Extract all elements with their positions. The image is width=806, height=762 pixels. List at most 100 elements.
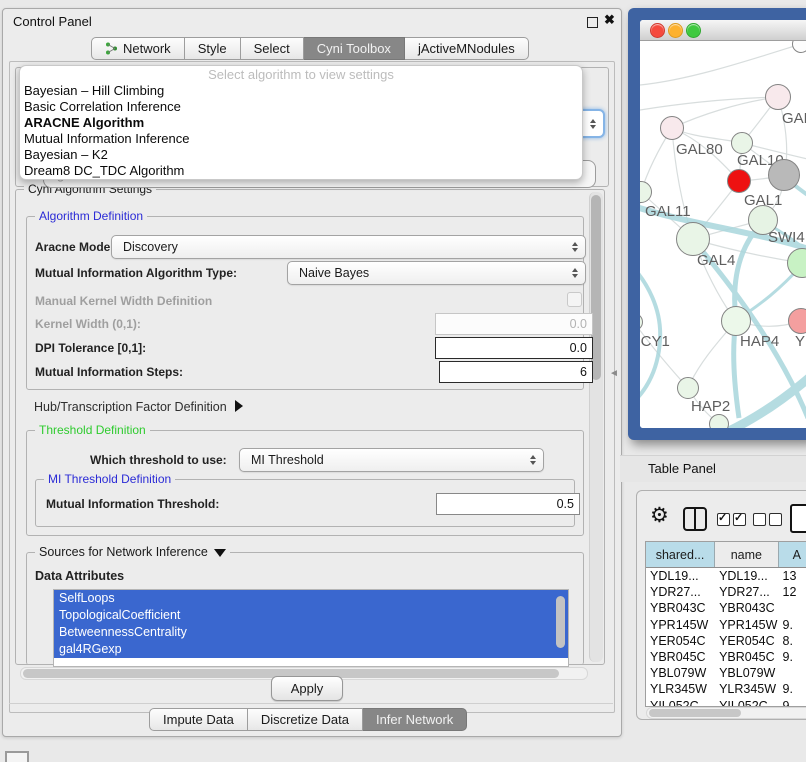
network-icon	[105, 42, 118, 55]
network-node[interactable]	[765, 84, 791, 110]
mi-type-combo[interactable]: Naive Bayes	[287, 261, 586, 285]
hub-section-toggle[interactable]: Hub/Transcription Factor Definition	[34, 400, 243, 414]
sources-group-title[interactable]: Sources for Network Inference	[35, 545, 230, 559]
dpi-tolerance-field[interactable]: 0.0	[435, 337, 593, 359]
which-threshold-combo[interactable]: MI Threshold	[239, 448, 544, 472]
tab-style[interactable]: Style	[185, 37, 241, 60]
network-node[interactable]	[727, 169, 751, 193]
network-node[interactable]	[676, 222, 710, 256]
columns-icon[interactable]	[683, 507, 707, 531]
table-cell: YDR27...	[646, 584, 715, 600]
threshold-definition-group: Threshold Definition Which threshold to …	[26, 430, 584, 536]
combo-spinner-icon	[572, 242, 578, 252]
node-label: Y	[795, 333, 805, 350]
network-node[interactable]	[721, 306, 751, 336]
table-row[interactable]: YER054CYER054C8.	[646, 633, 806, 649]
tab-impute-data[interactable]: Impute Data	[149, 708, 248, 731]
table-row[interactable]: YPR145WYPR145W9.	[646, 617, 806, 633]
tab-infer-network[interactable]: Infer Network	[363, 708, 467, 731]
table-row[interactable]: YBR045CYBR045C9.	[646, 649, 806, 665]
zoom-light-icon[interactable]	[686, 23, 701, 38]
column-header[interactable]: shared...	[646, 542, 715, 567]
attribute-item[interactable]: SelfLoops	[54, 590, 568, 607]
network-node[interactable]	[709, 414, 729, 428]
table-cell: YIL052C	[715, 698, 778, 708]
tab-network[interactable]: Network	[91, 37, 185, 60]
table-cell: YER054C	[715, 633, 778, 649]
algorithm-dropdown-popup: Select algorithm to view settings Bayesi…	[19, 65, 583, 180]
table-row[interactable]: YLR345WYLR345W9.	[646, 681, 806, 697]
column-header[interactable]: name	[715, 542, 779, 567]
close-icon[interactable]: ✖	[604, 12, 615, 28]
popup-item[interactable]: Bayesian – Hill Climbing	[20, 83, 582, 99]
attributes-vscrollbar[interactable]	[556, 596, 565, 648]
popup-item[interactable]: ARACNE Algorithm	[20, 115, 582, 131]
table-hscrollbar-thumb[interactable]	[649, 709, 741, 717]
panel-collapse-arrow-icon[interactable]: ◄	[609, 368, 619, 379]
tab-select[interactable]: Select	[241, 37, 304, 60]
table-row[interactable]: YDL19...YDL19...13	[646, 568, 806, 584]
control-panel-window: Control Panel ✖ NetworkStyleSelectCyni T…	[2, 8, 622, 737]
sources-title-text: Sources for Network Inference	[39, 545, 208, 559]
tab-cyni-toolbox[interactable]: Cyni Toolbox	[304, 37, 405, 60]
file-icon[interactable]	[790, 504, 806, 533]
popup-item[interactable]: Bayesian – K2	[20, 147, 582, 163]
table-cell: YBR045C	[715, 649, 778, 665]
kernel-width-field[interactable]: 0.0	[435, 313, 593, 335]
mi-steps-field[interactable]: 6	[439, 361, 593, 383]
attribute-item[interactable]: BetweennessCentrality	[54, 624, 568, 641]
screen: Control Panel ✖ NetworkStyleSelectCyni T…	[0, 0, 806, 762]
network-window-titlebar[interactable]	[640, 20, 806, 41]
table-cell	[779, 600, 806, 616]
minimize-light-icon[interactable]	[668, 23, 683, 38]
dock-grip-icon[interactable]	[5, 751, 29, 762]
network-node[interactable]	[768, 159, 800, 191]
table-cell: YLR345W	[646, 681, 715, 697]
table-cell: YPR145W	[715, 617, 778, 633]
manual-kernel-checkbox[interactable]	[567, 292, 582, 307]
network-canvas[interactable]: GALGAL80GAL10GAL1GAL11SWI4GAL4GCY1HAP4YH…	[640, 40, 806, 428]
select-all-icon[interactable]	[717, 513, 746, 526]
sources-group: Sources for Network Inference Data Attri…	[26, 552, 584, 665]
attribute-item[interactable]: TopologicalCoefficient	[54, 607, 568, 624]
collapse-down-icon	[214, 549, 226, 557]
table-row[interactable]: YBR043CYBR043C	[646, 600, 806, 616]
tab-discretize-data[interactable]: Discretize Data	[248, 708, 363, 731]
table-row[interactable]: YBL079WYBL079W	[646, 665, 806, 681]
popup-item[interactable]: Basic Correlation Inference	[20, 99, 582, 115]
close-light-icon[interactable]	[650, 23, 665, 38]
network-node[interactable]	[660, 116, 684, 140]
popup-item[interactable]: Mutual Information Inference	[20, 131, 582, 147]
table-cell: YBR043C	[646, 600, 715, 616]
tab-jactivemnodules[interactable]: jActiveMNodules	[405, 37, 529, 60]
mi-threshold-field[interactable]: 0.5	[436, 493, 580, 515]
mi-type-label: Mutual Information Algorithm Type:	[35, 266, 237, 280]
mi-threshold-label: Mutual Information Threshold:	[46, 497, 219, 511]
network-node[interactable]	[731, 132, 753, 154]
deselect-all-icon[interactable]	[753, 513, 782, 526]
aracne-mode-combo[interactable]: Discovery	[111, 235, 586, 259]
table-body: YDL19...YDL19...13YDR27...YDR27...12YBR0…	[646, 568, 806, 707]
float-window-icon[interactable]	[587, 17, 598, 28]
mi-threshold-definition-title: MI Threshold Definition	[44, 472, 175, 486]
aracne-mode-label: Aracne Mode:	[35, 240, 114, 254]
apply-button[interactable]: Apply	[271, 676, 343, 701]
table-cell: YDR27...	[715, 584, 778, 600]
algorithm-definition-title: Algorithm Definition	[35, 209, 147, 223]
table-panel-band: Table Panel	[620, 455, 806, 482]
table-cell: 9.	[779, 698, 806, 708]
data-attributes-list[interactable]: SelfLoopsTopologicalCoefficientBetweenne…	[53, 589, 569, 667]
table-hscrollbar[interactable]	[646, 707, 806, 719]
node-label: SWI4	[768, 229, 805, 246]
network-node[interactable]	[677, 377, 699, 399]
attribute-item[interactable]: gal4RGexp	[54, 641, 568, 658]
table-cell: 9.	[779, 617, 806, 633]
popup-item[interactable]: Dream8 DC_TDC Algorithm	[20, 163, 582, 179]
table-row[interactable]: YIL052CYIL052C9.	[646, 698, 806, 708]
gear-icon[interactable]: ⚙	[650, 503, 669, 528]
column-header[interactable]: A	[779, 542, 806, 567]
control-tabs: NetworkStyleSelect Cyni Toolbox jActiveMNo…	[91, 37, 529, 60]
tab-label: Cyni Toolbox	[317, 41, 391, 56]
settings-vscrollbar[interactable]	[589, 192, 603, 662]
table-row[interactable]: YDR27...YDR27...12	[646, 584, 806, 600]
